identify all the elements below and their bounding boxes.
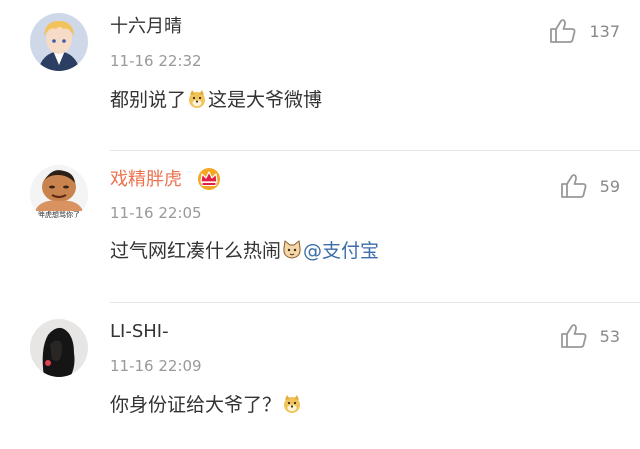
comment-text-part: 这是大爷微博 xyxy=(208,89,323,111)
thumbs-up-icon xyxy=(560,174,587,198)
like-count: 53 xyxy=(599,326,620,346)
username[interactable]: 戏精胖虎 xyxy=(110,169,182,191)
anime-boy-avatar-icon xyxy=(30,13,88,71)
mention-link[interactable]: @支付宝 xyxy=(303,240,379,262)
avatar[interactable] xyxy=(30,319,88,377)
username[interactable]: 十六月晴 xyxy=(110,16,182,38)
thumbs-up-icon xyxy=(550,19,576,43)
like-button[interactable]: 137 xyxy=(549,18,620,44)
avatar[interactable]: 胖虎想骂你了 xyxy=(30,165,88,223)
doge-emoji-icon xyxy=(282,394,302,414)
comment-text: 过气网红凑什么热闹 @支付宝 xyxy=(110,239,379,263)
username[interactable]: LI-SHI- xyxy=(110,321,169,343)
avatar[interactable] xyxy=(30,13,88,71)
avatar-caption: 胖虎想骂你了 xyxy=(38,211,80,219)
like-button[interactable]: 53 xyxy=(560,323,620,349)
comment-text-part: 都别说了 xyxy=(110,89,187,111)
comment-item: 胖虎想骂你了 戏精胖虎 11-16 22:05 过气网红凑什么热闹 @支付宝 59 xyxy=(0,151,640,303)
like-count: 137 xyxy=(589,21,620,41)
comment-text-part: 过气网红凑什么热闹 xyxy=(110,240,282,262)
like-button[interactable]: 59 xyxy=(560,173,620,199)
girl-hair-avatar-icon xyxy=(30,319,88,377)
crown-badge-icon[interactable] xyxy=(196,165,222,191)
comment-time: 11-16 22:32 xyxy=(110,52,202,70)
comment-time: 11-16 22:05 xyxy=(110,204,202,222)
like-count: 59 xyxy=(599,176,620,196)
comment-time: 11-16 22:09 xyxy=(110,357,202,375)
comment-item: LI-SHI- 11-16 22:09 你身份证给大爷了？ 53 xyxy=(0,303,640,449)
doge-emoji-icon xyxy=(187,89,207,109)
comment-text: 你身份证给大爷了？ xyxy=(110,393,303,417)
cat-emoji-icon xyxy=(282,240,302,260)
comment-text: 都别说了 这是大爷微博 xyxy=(110,88,322,112)
comment-text-part: 你身份证给大爷了？ xyxy=(110,394,282,416)
thumbs-up-icon xyxy=(560,324,587,348)
comment-item: 十六月晴 11-16 22:32 都别说了 这是大爷微博 137 xyxy=(0,0,640,150)
